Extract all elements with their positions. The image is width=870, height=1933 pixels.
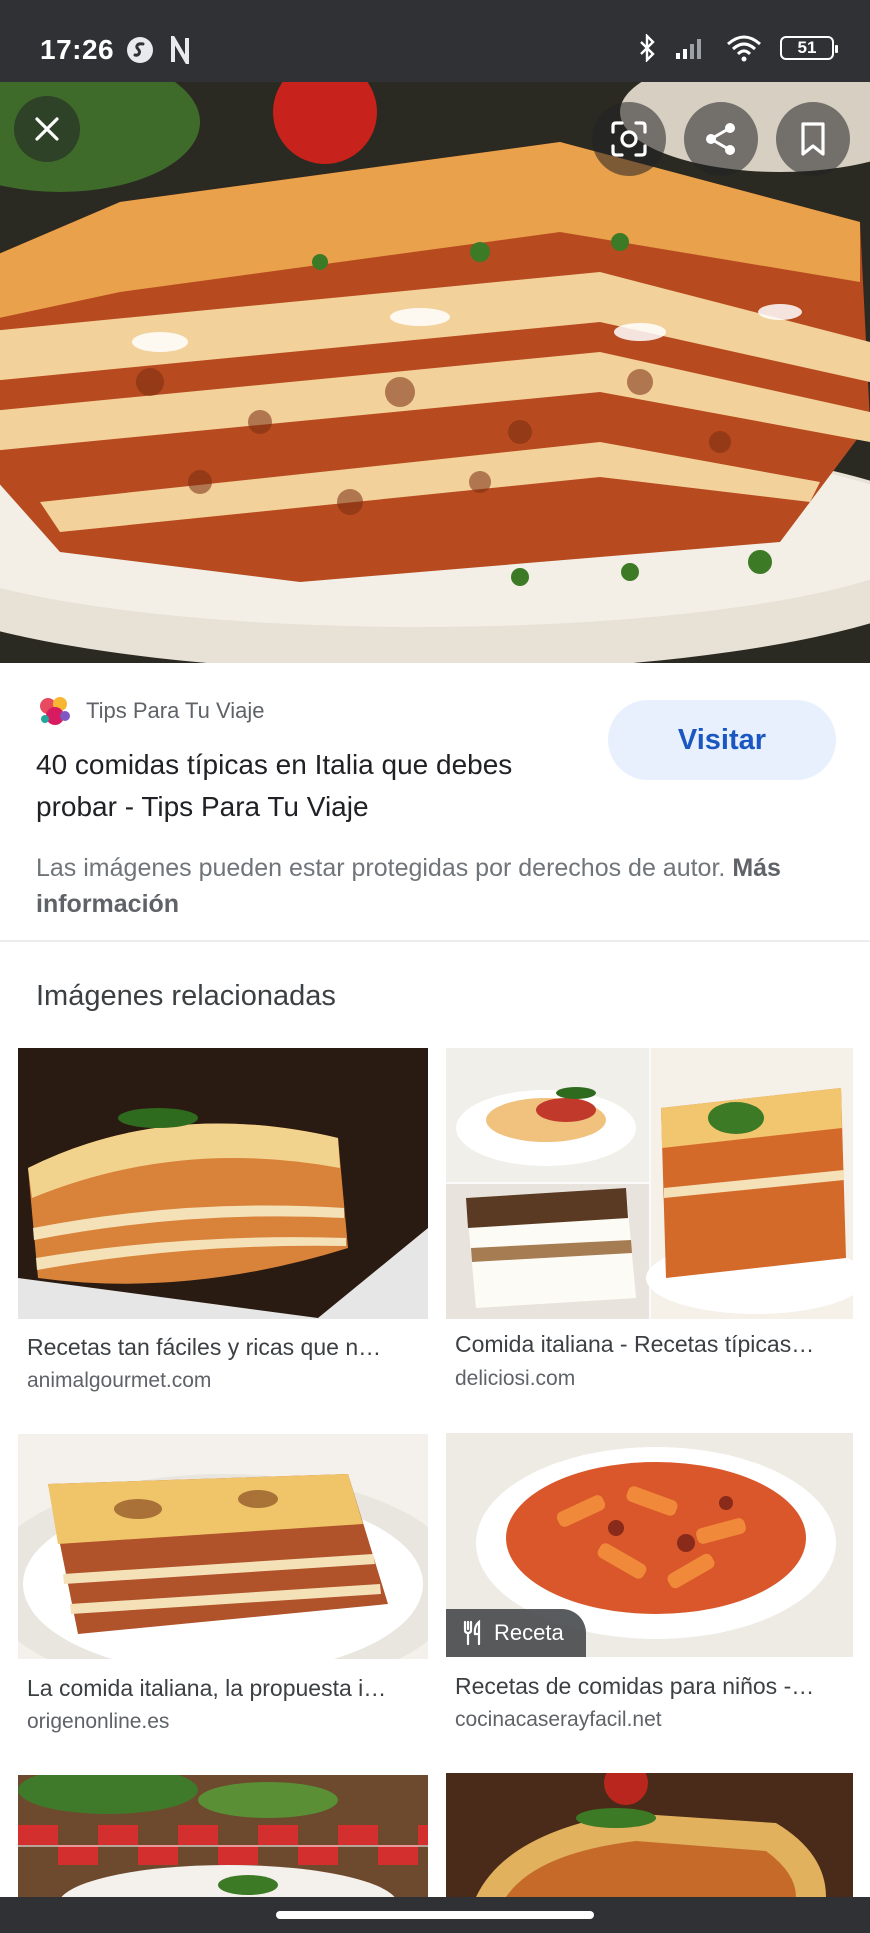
related-item-domain: cocinacaserayfacil.net [455, 1708, 662, 1731]
related-image-tile[interactable] [446, 1048, 853, 1319]
hero-image[interactable] [0, 82, 870, 663]
lens-button[interactable] [592, 102, 666, 176]
source-site-name: Tips Para Tu Viaje [86, 698, 265, 723]
lens-scan-icon [611, 121, 647, 157]
related-item-domain: deliciosi.com [455, 1367, 576, 1390]
bluetooth-icon [640, 34, 655, 62]
related-image-tile[interactable] [18, 1048, 428, 1319]
related-image-tile[interactable] [446, 1773, 853, 1897]
n-app-icon [171, 36, 189, 64]
signal-icon [676, 39, 701, 59]
visit-button[interactable]: Visitar [608, 700, 836, 780]
result-title[interactable]: 40 comidas típicas en Italia que debes p… [36, 744, 556, 828]
lasagna-photo-1 [18, 1048, 428, 1319]
copyright-notice: Las imágenes pueden estar protegidas por… [36, 850, 796, 922]
close-button[interactable] [14, 96, 80, 162]
battery-indicator: 51 [780, 36, 838, 60]
italian-food-collage-photo [446, 1048, 853, 1319]
shazam-icon [127, 37, 153, 63]
fork-knife-icon [463, 1620, 481, 1646]
related-item-domain: origenonline.es [27, 1710, 170, 1733]
related-image-tile[interactable]: Receta [446, 1433, 853, 1657]
related-item-title[interactable]: Comida italiana - Recetas típicas… [455, 1331, 847, 1358]
bookmark-icon [801, 122, 825, 156]
recipe-badge: Receta [446, 1609, 586, 1657]
close-icon [35, 117, 59, 141]
related-image-tile[interactable] [18, 1434, 428, 1659]
salad-photo [18, 1775, 428, 1897]
home-gesture-handle[interactable] [276, 1911, 594, 1919]
related-item-title[interactable]: Recetas de comidas para niños -… [455, 1673, 847, 1700]
related-images-heading: Imágenes relacionadas [36, 980, 336, 1012]
copyright-text: Las imágenes pueden estar protegidas por… [36, 854, 726, 882]
related-item-domain: animalgourmet.com [27, 1369, 212, 1392]
share-icon [706, 123, 735, 155]
site-favicon-icon [40, 697, 70, 725]
wifi-icon [727, 35, 761, 62]
source-row[interactable]: Tips Para Tu Viaje [36, 692, 265, 730]
save-button[interactable] [776, 102, 850, 176]
lasagna-photo-2 [18, 1434, 428, 1659]
related-item-title[interactable]: La comida italiana, la propuesta i… [27, 1675, 422, 1702]
divider [0, 940, 870, 942]
related-item-title[interactable]: Recetas tan fáciles y ricas que n… [27, 1334, 422, 1361]
recipe-badge-label: Receta [494, 1620, 564, 1645]
share-button[interactable] [684, 102, 758, 176]
lasagna-photo-3 [446, 1773, 853, 1897]
status-time: 17:26 [40, 34, 115, 65]
status-bar: 17:26 51 [0, 0, 870, 82]
related-image-tile[interactable] [18, 1775, 428, 1897]
navigation-bar [0, 1897, 870, 1933]
